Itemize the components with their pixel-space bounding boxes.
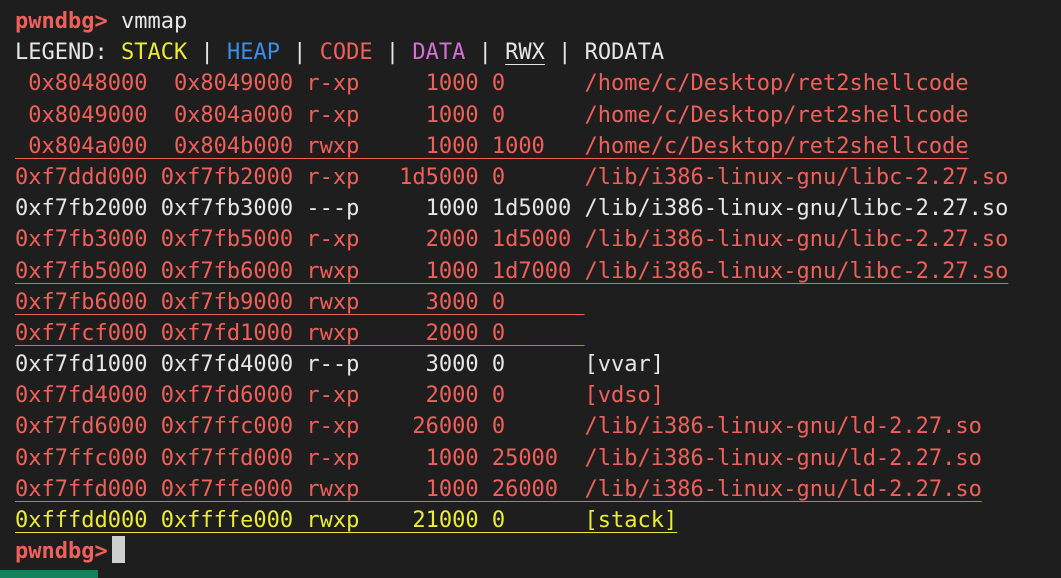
legend-stack: STACK xyxy=(120,40,188,66)
vmmap-row-text: 0xf7fcf000 0xf7fd1000 rwxp 2000 0 xyxy=(15,320,585,346)
status-bar-remote[interactable] xyxy=(0,570,98,578)
vmmap-row: 0xf7fcf000 0xf7fd1000 rwxp 2000 0 xyxy=(15,318,1008,349)
vmmap-row: 0xf7ddd000 0xf7fb2000 r-xp 1d5000 0 /lib… xyxy=(15,162,1008,193)
vmmap-row: 0xf7fd1000 0xf7fd4000 r--p 3000 0 [vvar] xyxy=(15,349,1008,380)
vmmap-row-text: 0xf7fd6000 0xf7ffc000 r-xp 26000 0 /lib/… xyxy=(15,414,982,440)
legend-rodata: RODATA xyxy=(584,40,665,66)
vmmap-rows: 0x8048000 0x8049000 r-xp 1000 0 /home/c/… xyxy=(15,68,1008,536)
legend-separator: | xyxy=(187,40,227,66)
final-prompt-line: pwndbg> xyxy=(15,536,1008,567)
command-line: pwndbg> vmmap xyxy=(15,6,1008,37)
legend-heap: HEAP xyxy=(226,40,280,66)
vmmap-row-text: 0xf7fb2000 0xf7fb3000 ---p 1000 1d5000 /… xyxy=(15,196,1009,222)
vmmap-row-text: 0xf7ffd000 0xf7ffe000 rwxp 1000 26000 /l… xyxy=(15,476,982,502)
command-text: vmmap xyxy=(107,9,188,34)
vmmap-row-text: 0xfffdd000 0xffffe000 rwxp 21000 0 [stac… xyxy=(15,508,678,533)
prompt: pwndbg> xyxy=(15,539,108,565)
status-bar xyxy=(0,570,1061,578)
vmmap-row: 0xf7fd6000 0xf7ffc000 r-xp 26000 0 /lib/… xyxy=(15,411,1008,442)
terminal-output[interactable]: pwndbg> vmmap LEGEND: STACK | HEAP | COD… xyxy=(15,6,1008,567)
legend-separator: | xyxy=(465,40,506,66)
legend-line: LEGEND: STACK | HEAP | CODE | DATA | RWX… xyxy=(15,37,1008,68)
legend-rwx: RWX xyxy=(505,40,545,66)
legend-separator: | xyxy=(372,40,413,66)
vmmap-row: 0xf7fb6000 0xf7fb9000 rwxp 3000 0 xyxy=(15,287,1008,318)
vmmap-row: 0xf7ffd000 0xf7ffe000 rwxp 1000 26000 /l… xyxy=(15,474,1008,505)
legend-separator: | xyxy=(279,40,320,66)
vmmap-row: 0xf7fb2000 0xf7fb3000 ---p 1000 1d5000 /… xyxy=(15,193,1008,224)
vmmap-row: 0xfffdd000 0xffffe000 rwxp 21000 0 [stac… xyxy=(15,505,1008,536)
cursor xyxy=(111,536,125,564)
vmmap-row: 0x804a000 0x804b000 rwxp 1000 1000 /home… xyxy=(15,131,1008,162)
vmmap-row-text: 0xf7ffc000 0xf7ffd000 r-xp 1000 25000 /l… xyxy=(15,445,982,471)
legend-separator: | xyxy=(544,40,585,66)
prompt: pwndbg> xyxy=(15,9,108,34)
legend-data: DATA xyxy=(412,40,466,66)
vmmap-row-text: 0xf7fb5000 0xf7fb6000 rwxp 1000 1d7000 /… xyxy=(15,258,1009,284)
vmmap-row: 0xf7fb5000 0xf7fb6000 rwxp 1000 1d7000 /… xyxy=(15,256,1008,287)
legend-code: CODE xyxy=(319,40,373,66)
vmmap-row: 0x8049000 0x804a000 r-xp 1000 0 /home/c/… xyxy=(15,100,1008,131)
vmmap-row-text: 0xf7fb3000 0xf7fb5000 r-xp 2000 1d5000 /… xyxy=(15,227,1009,253)
vmmap-row-text: 0xf7fd1000 0xf7fd4000 r--p 3000 0 [vvar] xyxy=(15,352,665,378)
vmmap-row: 0xf7fb3000 0xf7fb5000 r-xp 2000 1d5000 /… xyxy=(15,224,1008,255)
vmmap-row-text: 0xf7fd4000 0xf7fd6000 r-xp 2000 0 [vdso] xyxy=(15,383,665,409)
vmmap-row-text: 0xf7fb6000 0xf7fb9000 rwxp 3000 0 xyxy=(15,289,585,315)
vmmap-row: 0x8048000 0x8049000 r-xp 1000 0 /home/c/… xyxy=(15,68,1008,99)
vmmap-row-text: 0x8049000 0x804a000 r-xp 1000 0 /home/c/… xyxy=(15,102,969,128)
vmmap-row-text: 0x804a000 0x804b000 rwxp 1000 1000 /home… xyxy=(15,133,969,159)
vmmap-row: 0xf7fd4000 0xf7fd6000 r-xp 2000 0 [vdso] xyxy=(15,380,1008,411)
vmmap-row-text: 0x8048000 0x8049000 r-xp 1000 0 /home/c/… xyxy=(15,71,969,97)
legend-prefix: LEGEND: xyxy=(15,40,121,66)
vmmap-row: 0xf7ffc000 0xf7ffd000 r-xp 1000 25000 /l… xyxy=(15,443,1008,474)
vmmap-row-text: 0xf7ddd000 0xf7fb2000 r-xp 1d5000 0 /lib… xyxy=(15,164,1009,190)
